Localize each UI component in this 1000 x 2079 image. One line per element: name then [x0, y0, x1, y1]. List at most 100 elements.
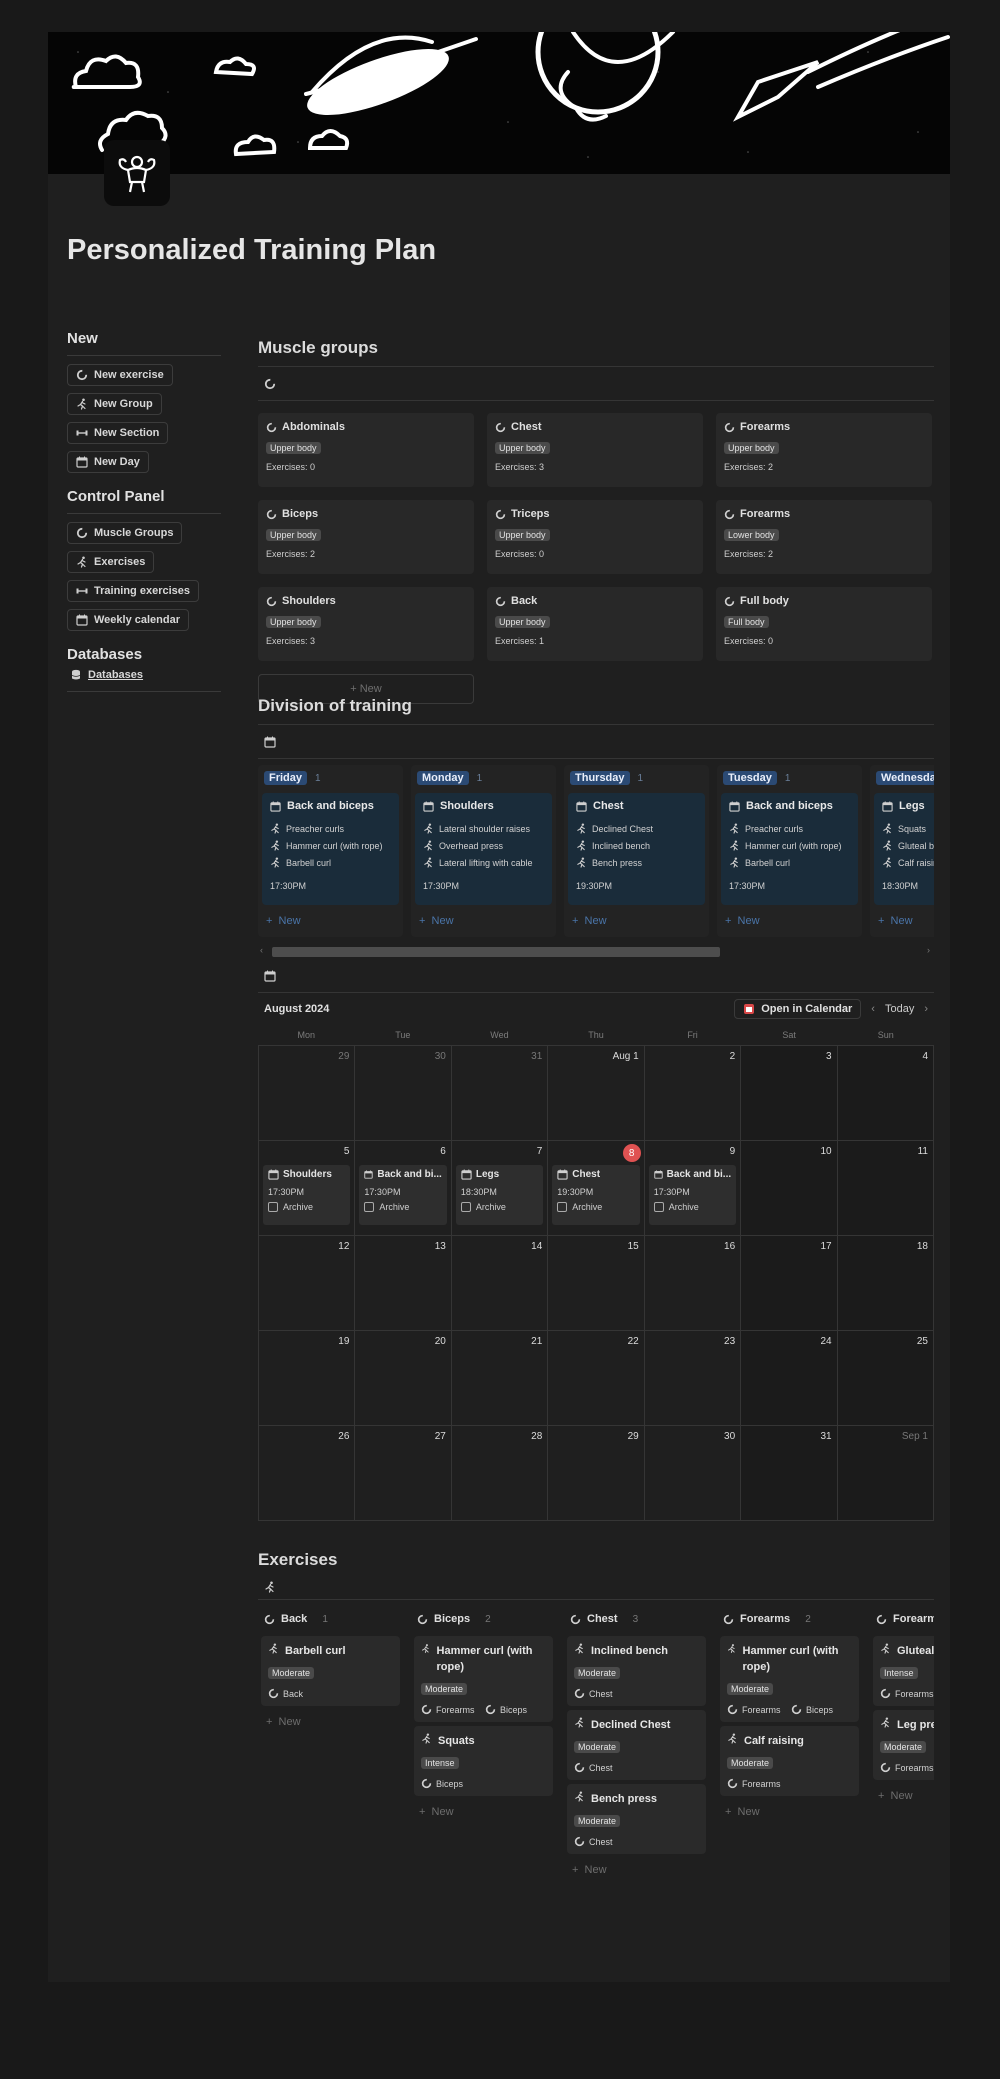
calendar-day-cell[interactable]: 31: [741, 1426, 838, 1521]
exercise-card[interactable]: Squats Intense Biceps: [414, 1726, 553, 1796]
new-card-button[interactable]: + New: [564, 905, 709, 937]
exercise-card[interactable]: Calf raising Moderate Forearms: [720, 1726, 859, 1796]
calendar-day-cell[interactable]: 30: [644, 1426, 742, 1521]
calendar-event[interactable]: Chest 19:30PM Archive: [552, 1165, 640, 1225]
calendar-day-cell[interactable]: 26: [259, 1426, 356, 1521]
calendar-day-cell[interactable]: 25: [837, 1331, 934, 1426]
exercise-card[interactable]: Leg press Moderate Forearms: [873, 1710, 934, 1780]
calendar-day-cell[interactable]: 9 Back and bi... 17:30PM Archive: [644, 1141, 742, 1236]
databases-link[interactable]: Databases: [67, 669, 221, 692]
new-group-button[interactable]: New Group: [67, 393, 162, 415]
exercise-card[interactable]: Bench press Moderate Chest: [567, 1784, 706, 1854]
calendar-day-cell[interactable]: 2: [644, 1046, 742, 1141]
calendar-day-cell[interactable]: Sep 1: [837, 1426, 934, 1521]
calendar-event[interactable]: Back and bi... 17:30PM Archive: [648, 1165, 737, 1225]
scroll-right-icon[interactable]: ›: [927, 945, 930, 955]
calendar-day-cell[interactable]: 21: [451, 1331, 549, 1426]
calendar-day-cell[interactable]: 10: [741, 1141, 838, 1236]
muscle-groups-link[interactable]: Muscle Groups: [67, 522, 183, 544]
new-day-button[interactable]: New Day: [67, 451, 149, 473]
muscle-group-card[interactable]: Abdominals Upper body Exercises: 0: [258, 413, 474, 487]
new-card-button[interactable]: + New: [411, 905, 556, 937]
day-tag[interactable]: Tuesday: [723, 771, 777, 785]
calendar-event[interactable]: Legs 18:30PM Archive: [455, 1165, 544, 1225]
exercise-card[interactable]: Hammer curl (with rope) Moderate Forearm…: [720, 1636, 859, 1722]
archive-checkbox[interactable]: [653, 1202, 664, 1212]
muscle-group-card[interactable]: Forearms Upper body Exercises: 2: [716, 413, 932, 487]
exercises-link[interactable]: Exercises: [67, 551, 155, 573]
exercises-view-tab[interactable]: [258, 1574, 934, 1600]
calendar-day-cell[interactable]: 6 Back and bi... 17:30PM Archive: [355, 1141, 452, 1236]
muscle-group-card[interactable]: Back Upper body Exercises: 1: [487, 587, 703, 661]
prev-month-icon[interactable]: ‹: [871, 1003, 875, 1015]
muscle-group-card[interactable]: Forearms Lower body Exercises: 2: [716, 500, 932, 574]
muscle-group-card[interactable]: Shoulders Upper body Exercises: 3: [258, 587, 474, 661]
training-day-card[interactable]: Legs SquatsGluteal bridgeCalf raising 18…: [874, 793, 934, 905]
calendar-day-cell[interactable]: 17: [741, 1236, 838, 1331]
day-tag[interactable]: Wednesday: [876, 771, 934, 785]
calendar-day-cell[interactable]: 29: [259, 1046, 356, 1141]
archive-checkbox[interactable]: [268, 1202, 278, 1212]
exercise-card[interactable]: Barbell curl Moderate Back: [261, 1636, 400, 1706]
today-button[interactable]: Today: [885, 1003, 914, 1015]
new-card-button[interactable]: + New: [870, 905, 934, 937]
scrollbar-thumb[interactable]: [272, 947, 720, 957]
calendar-day-cell[interactable]: 18: [837, 1236, 934, 1331]
day-tag[interactable]: Monday: [417, 771, 469, 785]
scroll-left-icon[interactable]: ‹: [260, 945, 263, 955]
exercise-card[interactable]: Gluteal bridge Intense Forearms: [873, 1636, 934, 1706]
division-view-tab[interactable]: [258, 725, 934, 759]
open-in-calendar-button[interactable]: Open in Calendar: [734, 999, 862, 1019]
calendar-day-cell[interactable]: 13: [355, 1236, 452, 1331]
new-exercise-card-button[interactable]: + New: [411, 1796, 556, 1828]
calendar-day-cell[interactable]: 27: [355, 1426, 452, 1521]
calendar-day-cell[interactable]: 24: [741, 1331, 838, 1426]
calendar-day-cell[interactable]: 22: [548, 1331, 645, 1426]
new-exercise-card-button[interactable]: + New: [870, 1780, 934, 1812]
new-card-button[interactable]: + New: [717, 905, 862, 937]
new-exercise-card-button[interactable]: + New: [258, 1706, 403, 1738]
calendar-day-cell[interactable]: 29: [548, 1426, 645, 1521]
calendar-day-cell[interactable]: 8 Chest 19:30PM Archive: [548, 1141, 645, 1236]
muscle-group-card[interactable]: Chest Upper body Exercises: 3: [487, 413, 703, 487]
new-exercise-card-button[interactable]: + New: [717, 1796, 862, 1828]
archive-checkbox[interactable]: [460, 1202, 471, 1212]
calendar-day-cell[interactable]: 30: [355, 1046, 452, 1141]
muscle-group-card[interactable]: Full body Full body Exercises: 0: [716, 587, 932, 661]
archive-checkbox[interactable]: [364, 1202, 375, 1212]
new-exercise-card-button[interactable]: + New: [564, 1854, 709, 1886]
day-tag[interactable]: Friday: [264, 771, 308, 785]
calendar-day-cell[interactable]: 31: [451, 1046, 549, 1141]
calendar-event[interactable]: Back and bi... 17:30PM Archive: [359, 1165, 447, 1225]
calendar-day-cell[interactable]: 3: [741, 1046, 838, 1141]
day-tag[interactable]: Thursday: [570, 771, 630, 785]
calendar-event[interactable]: Shoulders 17:30PM Archive: [263, 1165, 351, 1225]
calendar-day-cell[interactable]: 19: [259, 1331, 356, 1426]
calendar-day-cell[interactable]: 4: [837, 1046, 934, 1141]
calendar-day-cell[interactable]: 23: [644, 1331, 742, 1426]
muscle-group-card[interactable]: Biceps Upper body Exercises: 2: [258, 500, 474, 574]
calendar-day-cell[interactable]: Aug 1: [548, 1046, 645, 1141]
page-icon-bodybuilder[interactable]: [104, 140, 170, 206]
calendar-day-cell[interactable]: 11: [837, 1141, 934, 1236]
calendar-day-cell[interactable]: 14: [451, 1236, 549, 1331]
new-section-button[interactable]: New Section: [67, 422, 169, 444]
calendar-day-cell[interactable]: 16: [644, 1236, 742, 1331]
exercise-card[interactable]: Declined Chest Moderate Chest: [567, 1710, 706, 1780]
training-day-card[interactable]: Back and biceps Preacher curls Hammer cur…: [721, 793, 858, 905]
board-scrollbar[interactable]: ‹ ›: [258, 943, 934, 959]
calendar-day-cell[interactable]: 7 Legs 18:30PM Archive: [451, 1141, 549, 1236]
muscle-group-card[interactable]: Triceps Upper body Exercises: 0: [487, 500, 703, 574]
training-day-card[interactable]: Chest Declined Chest Inclined bench Bench …: [568, 793, 705, 905]
training-day-card[interactable]: Back and biceps Preacher curls Hammer cur…: [262, 793, 399, 905]
training-day-card[interactable]: Shoulders Lateral shoulder raises Overhea…: [415, 793, 552, 905]
exercise-card[interactable]: Inclined bench Moderate Chest: [567, 1636, 706, 1706]
muscle-groups-view-tab[interactable]: [258, 367, 934, 401]
calendar-day-cell[interactable]: 5 Shoulders 17:30PM Archive: [259, 1141, 356, 1236]
weekly-calendar-link[interactable]: Weekly calendar: [67, 609, 190, 631]
archive-checkbox[interactable]: [557, 1202, 568, 1212]
next-month-icon[interactable]: ›: [924, 1003, 928, 1015]
calendar-view-tab[interactable]: [258, 959, 934, 993]
calendar-day-cell[interactable]: 15: [548, 1236, 645, 1331]
new-card-button[interactable]: + New: [258, 905, 403, 937]
